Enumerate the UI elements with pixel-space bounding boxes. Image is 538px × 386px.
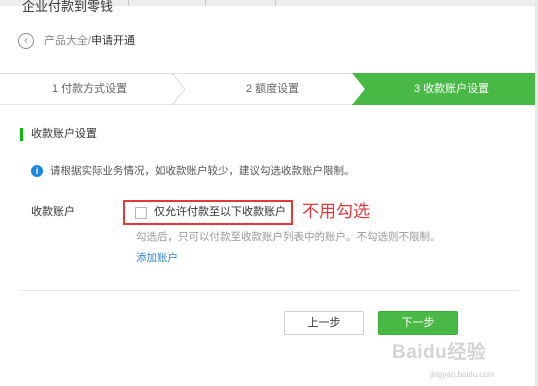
section-title: 收款账户设置	[31, 128, 97, 140]
step-2-limit: 2 额度设置	[246, 83, 300, 95]
breadcrumb: 产品大全/申请开通	[44, 35, 135, 48]
step-1-payment-method: 1 付款方式设置	[52, 83, 128, 95]
baidu-watermark-url: jingyan.baidu.com	[430, 370, 495, 379]
tab-divider	[128, 0, 129, 6]
restrict-accounts-checkbox[interactable]	[135, 207, 147, 219]
back-circle-icon[interactable]: ‹	[18, 33, 34, 49]
checkbox-helper-text: 勾选后，只可以付款至收款账户列表中的账户。不勾选则不限制。	[136, 231, 441, 243]
page-title: 企业付款到零钱	[22, 0, 114, 14]
add-account-link[interactable]: 添加账户	[136, 252, 178, 265]
annotation-text: 不用勾选	[302, 202, 370, 221]
next-step-button[interactable]: 下一步	[378, 311, 458, 335]
previous-step-button[interactable]: 上一步	[284, 311, 364, 335]
info-icon: i	[31, 165, 43, 177]
tab-divider	[205, 0, 206, 6]
tab-divider	[275, 0, 276, 6]
breadcrumb-parent-link[interactable]: 产品大全	[44, 35, 88, 47]
breadcrumb-current: 申请开通	[91, 35, 136, 47]
restrict-accounts-checkbox-label[interactable]: 仅允许付款至以下收款账户	[154, 206, 286, 219]
step-progress-bar: 1 付款方式设置 2 额度设置 3 收款账户设置	[0, 73, 538, 105]
receiving-account-label: 收款账户	[31, 206, 75, 218]
section-accent-bar	[20, 128, 23, 141]
baidu-watermark: Baidu经验	[392, 342, 487, 363]
step-3-receiving-account: 3 收款账户设置	[414, 83, 490, 95]
footer-divider	[20, 290, 518, 291]
tip-text: 请根据实际业务情况，如收款账户较少，建议勾选收款账户限制。	[50, 165, 355, 177]
